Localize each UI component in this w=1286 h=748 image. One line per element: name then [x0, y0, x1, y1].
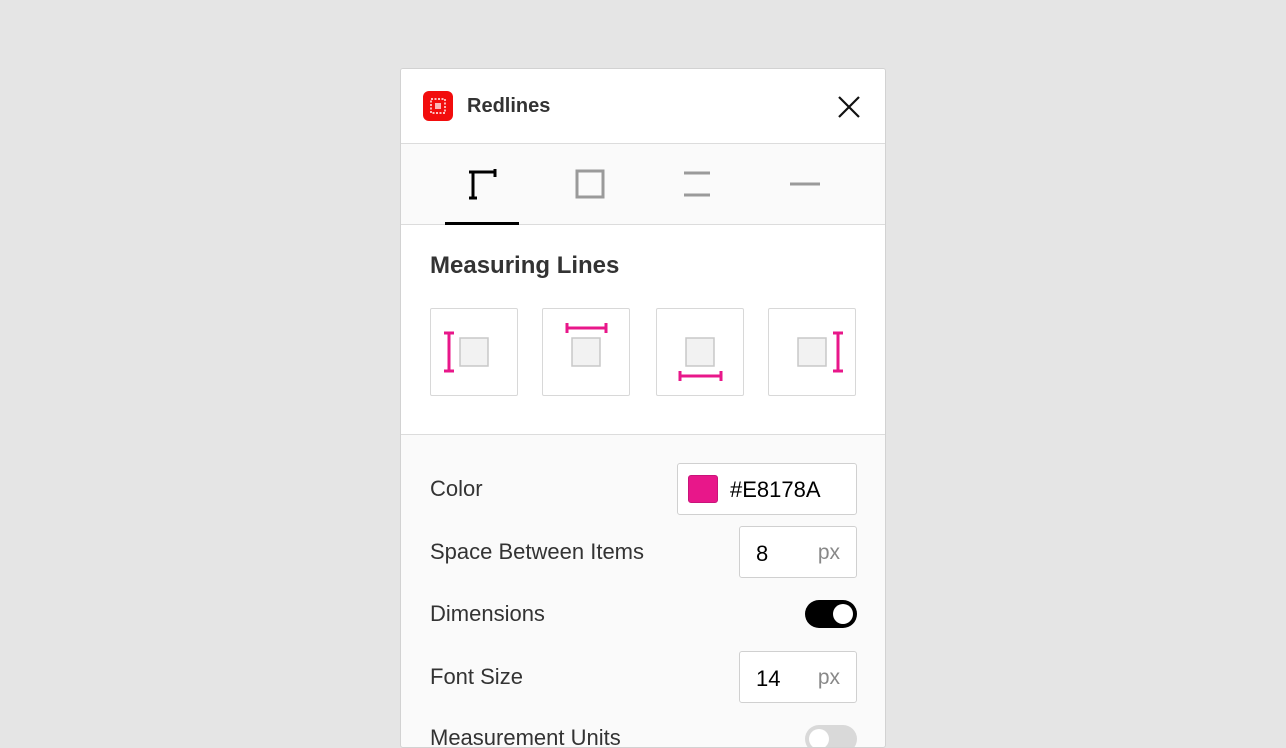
color-field[interactable]: #E8178A [677, 463, 857, 515]
spacing-tab-icon [684, 171, 710, 197]
divider-tab-icon [790, 182, 820, 186]
frame-tab-icon [575, 169, 605, 199]
space-between-unit: px [817, 541, 840, 564]
line-left-icon [444, 331, 489, 373]
line-left-button[interactable] [430, 308, 518, 396]
toggle-knob [833, 604, 853, 624]
font-size-label: Font Size [430, 664, 523, 689]
font-size-value: 14 [756, 666, 781, 691]
measuring-lines-section: Measuring Lines [401, 225, 885, 435]
line-top-icon [565, 323, 608, 367]
line-bottom-icon [678, 337, 723, 381]
close-icon[interactable] [835, 93, 863, 121]
redlines-app-icon [423, 91, 453, 121]
color-swatch[interactable] [688, 475, 718, 503]
panel-header: Redlines [401, 69, 885, 144]
color-value: #E8178A [730, 477, 821, 502]
dimensions-toggle[interactable] [805, 600, 857, 628]
space-between-label: Space Between Items [430, 539, 645, 564]
line-right-icon [797, 331, 843, 373]
line-right-button[interactable] [768, 308, 856, 396]
tab-frame[interactable] [553, 144, 627, 224]
font-size-unit: px [817, 666, 840, 689]
measurement-units-label: Measurement Units [430, 725, 621, 748]
tab-divider[interactable] [768, 144, 842, 224]
redlines-panel: Redlines Measuring Lines Color #E8178A S… [400, 68, 886, 748]
color-label: Color [430, 476, 483, 501]
font-size-input[interactable]: 14 px [739, 651, 857, 703]
tab-spacing[interactable] [660, 144, 734, 224]
line-bottom-button[interactable] [656, 308, 744, 396]
section-title: Measuring Lines [430, 252, 620, 279]
toggle-knob [809, 729, 829, 747]
line-top-button[interactable] [542, 308, 630, 396]
measuring-lines-tab-icon [469, 169, 497, 200]
tab-measuring-lines[interactable] [445, 144, 519, 225]
dimensions-label: Dimensions [430, 601, 545, 626]
measurement-units-toggle[interactable] [805, 725, 857, 747]
panel-title: Redlines [467, 95, 551, 117]
space-between-value: 8 [756, 541, 769, 566]
tab-bar [401, 144, 885, 225]
space-between-input[interactable]: 8 px [739, 526, 857, 578]
